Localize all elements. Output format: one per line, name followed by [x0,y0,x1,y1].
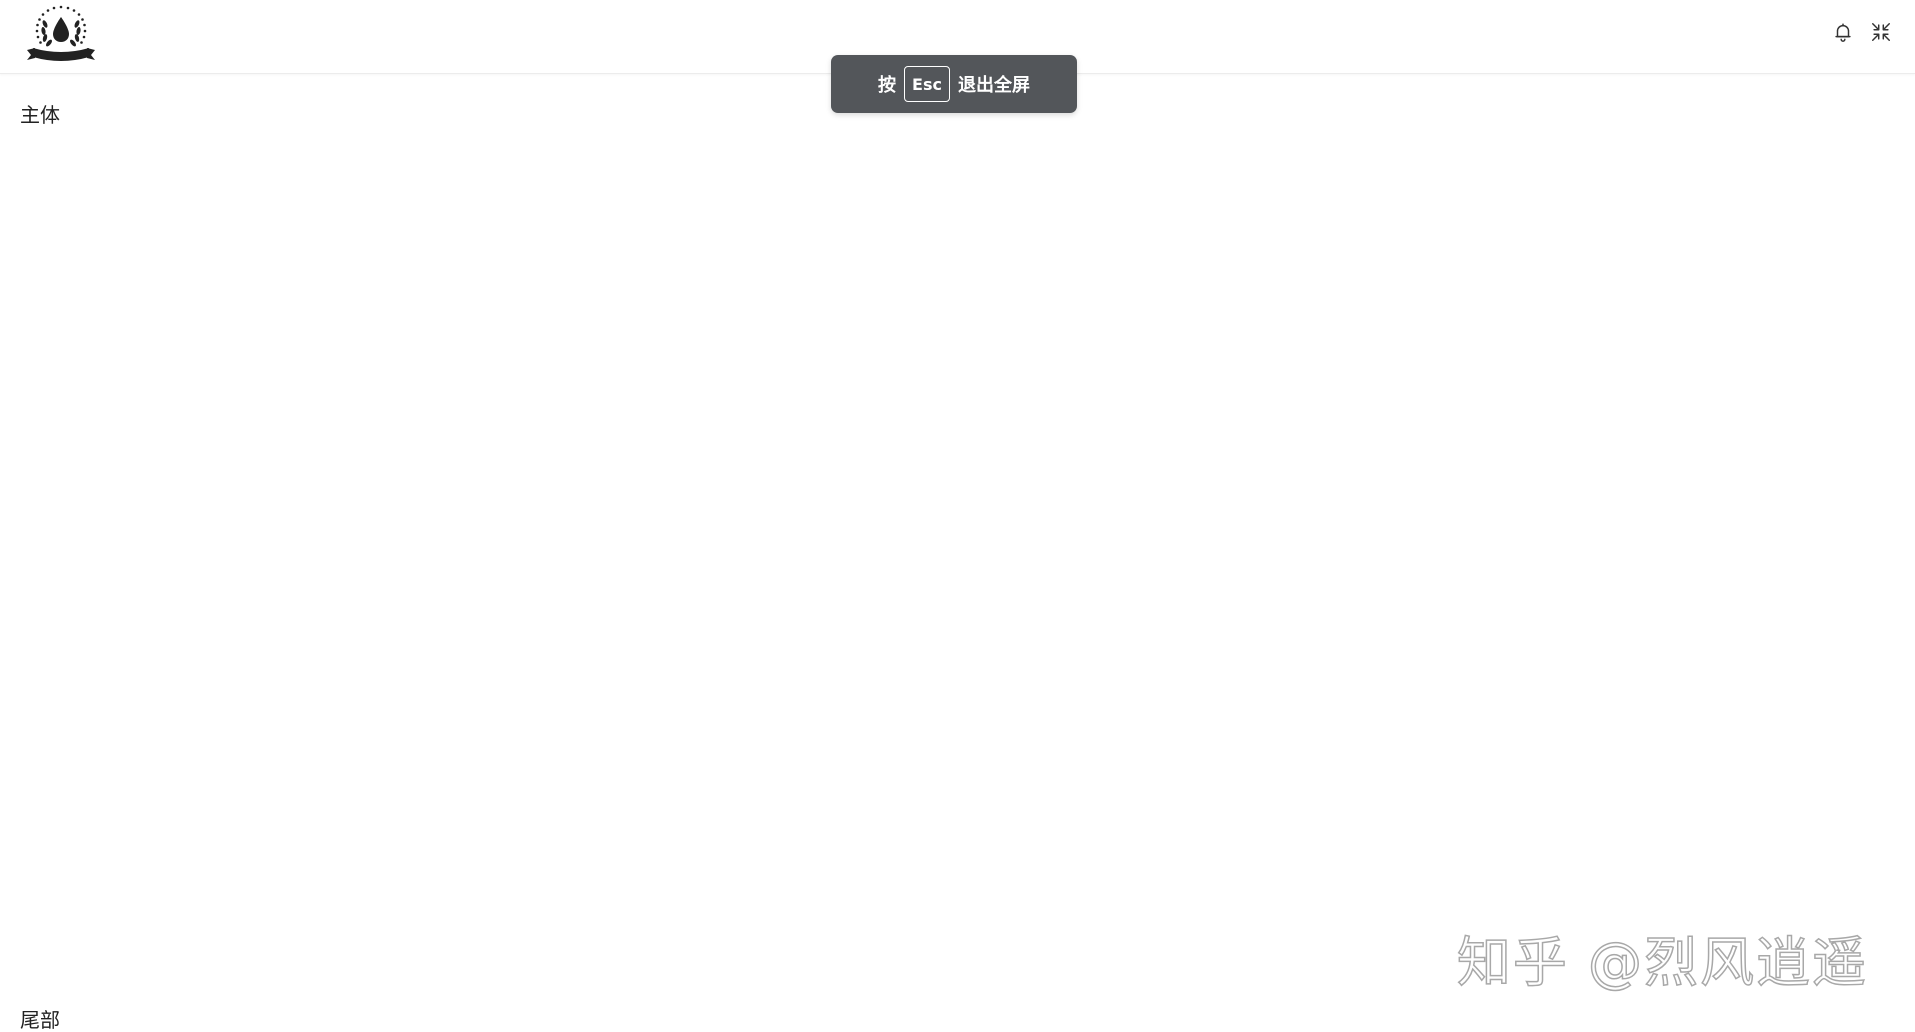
footer-section-label: 尾部 [20,1008,60,1032]
toast-prefix: 按 [878,75,897,96]
app-root: 主体 按 Esc 退出全屏 尾部 知乎 @烈风逍遥 [0,0,1915,1032]
logo[interactable] [21,4,101,68]
notifications-button[interactable] [1831,20,1855,44]
droplet-laurel-badge-icon [27,5,95,61]
toast-suffix: 退出全屏 [957,75,1030,96]
exit-fullscreen-button[interactable] [1869,20,1893,44]
main-section-label: 主体 [20,103,60,127]
header-actions [1831,20,1893,44]
fullscreen-toast: 按 Esc 退出全屏 [831,55,1077,113]
bell-icon [1835,23,1851,42]
watermark: 知乎 @烈风逍遥 [1456,930,1868,995]
compress-arrows-icon [1872,23,1890,41]
esc-key-badge: Esc [904,66,950,102]
